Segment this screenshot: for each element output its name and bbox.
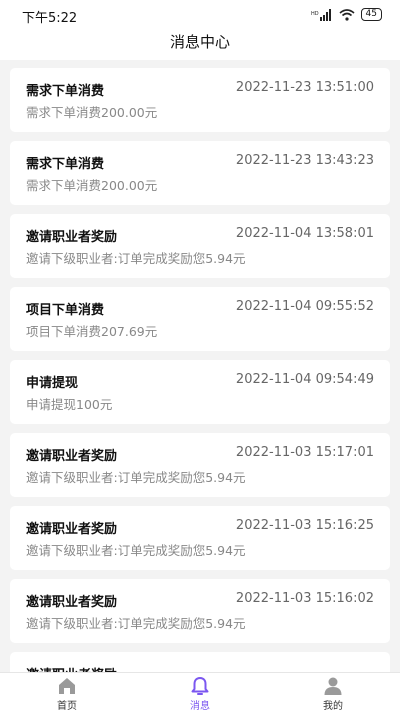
message-card[interactable]: 需求下单消费 2022-11-23 13:51:00 需求下单消费200.00元 (10, 68, 390, 132)
wifi-icon (339, 8, 355, 21)
tab-home-label: 首页 (57, 701, 77, 712)
status-bar: 下午5:22 HD 45 (0, 0, 400, 30)
message-description: 邀请下级职业者:订单完成奖励您5.94元 (26, 543, 246, 558)
svg-text:HD: HD (311, 11, 319, 17)
message-title: 邀请职业者奖励 (26, 522, 118, 537)
user-icon (324, 677, 342, 695)
message-time: 2022-11-04 13:58:01 (235, 226, 374, 241)
message-time: 2022-11-03 15:16:02 (235, 591, 374, 606)
message-description: 邀请下级职业者:订单完成奖励您5.94元 (26, 251, 246, 266)
message-description: 需求下单消费200.00元 (26, 105, 158, 120)
message-title: 邀请职业者奖励 (26, 230, 118, 245)
message-title: 需求下单消费 (26, 84, 105, 99)
message-description: 邀请下级职业者:订单完成奖励您5.94元 (26, 616, 246, 631)
message-card[interactable]: 邀请职业者奖励 2022-11-04 13:58:01 邀请下级职业者:订单完成… (10, 214, 390, 278)
message-title: 项目下单消费 (26, 303, 105, 318)
message-card[interactable]: 邀请职业者奖励 (10, 652, 390, 672)
message-time: 2022-11-04 09:55:52 (235, 299, 374, 314)
message-description: 需求下单消费200.00元 (26, 178, 158, 193)
message-title: 邀请职业者奖励 (26, 664, 117, 672)
message-card[interactable]: 项目下单消费 2022-11-04 09:55:52 项目下单消费207.69元 (10, 287, 390, 351)
message-title: 邀请职业者奖励 (26, 449, 118, 464)
signal-icon: HD (311, 8, 331, 21)
message-card[interactable]: 邀请职业者奖励 2022-11-03 15:16:02 邀请下级职业者:订单完成… (10, 579, 390, 643)
tab-messages[interactable]: 消息 (160, 673, 240, 712)
tab-profile[interactable]: 我的 (293, 673, 373, 712)
message-time: 2022-11-03 15:17:01 (235, 445, 374, 460)
message-time: 2022-11-23 13:51:00 (235, 80, 374, 95)
home-icon (59, 678, 75, 694)
message-description: 申请提现100元 (26, 397, 113, 412)
tab-messages-label: 消息 (190, 701, 210, 712)
message-title: 邀请职业者奖励 (26, 595, 118, 610)
message-time: 2022-11-03 15:16:25 (235, 518, 374, 533)
status-time: 下午5:22 (22, 11, 78, 26)
message-description: 项目下单消费207.69元 (26, 324, 158, 339)
bell-icon (191, 677, 209, 695)
message-title: 需求下单消费 (26, 157, 105, 172)
message-title: 申请提现 (26, 376, 79, 391)
message-list[interactable]: 需求下单消费 2022-11-23 13:51:00 需求下单消费200.00元… (0, 60, 400, 672)
message-card[interactable]: 邀请职业者奖励 2022-11-03 15:16:25 邀请下级职业者:订单完成… (10, 506, 390, 570)
title-bar: 消息中心 (0, 30, 400, 60)
status-icons: HD 45 (311, 8, 382, 21)
tab-profile-label: 我的 (323, 701, 343, 712)
message-card[interactable]: 需求下单消费 2022-11-23 13:43:23 需求下单消费200.00元 (10, 141, 390, 205)
message-time: 2022-11-04 09:54:49 (235, 372, 374, 387)
message-card[interactable]: 申请提现 2022-11-04 09:54:49 申请提现100元 (10, 360, 390, 424)
bottom-tab-bar: 首页 消息 我的 (0, 672, 400, 712)
message-description: 邀请下级职业者:订单完成奖励您5.94元 (26, 470, 246, 485)
page-title: 消息中心 (169, 33, 230, 51)
message-card[interactable]: 邀请职业者奖励 2022-11-03 15:17:01 邀请下级职业者:订单完成… (10, 433, 390, 497)
battery-icon: 45 (360, 8, 382, 21)
message-time: 2022-11-23 13:43:23 (235, 153, 374, 168)
tab-home[interactable]: 首页 (27, 673, 107, 712)
